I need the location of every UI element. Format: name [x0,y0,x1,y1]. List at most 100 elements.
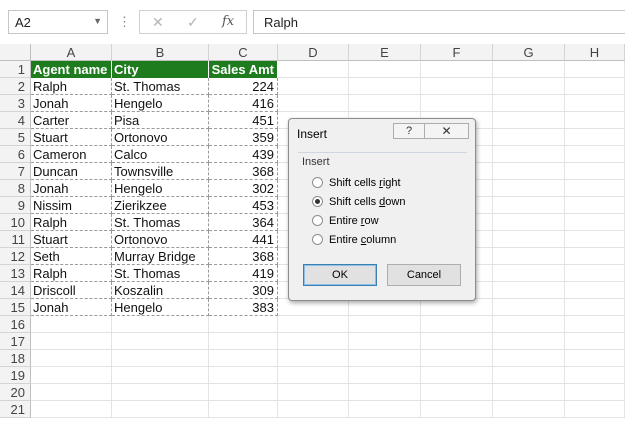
row-header-21[interactable]: 21 [0,401,31,418]
cell-empty[interactable] [349,95,421,112]
cell-sales[interactable]: 439 [209,146,278,163]
ok-button[interactable]: OK [303,264,377,286]
row-header-13[interactable]: 13 [0,265,31,282]
cell-empty[interactable] [112,384,209,401]
cell-empty[interactable] [421,61,493,78]
cell-empty[interactable] [565,78,625,95]
cell-empty[interactable] [493,333,565,350]
cell-empty[interactable] [278,333,349,350]
cell-empty[interactable] [565,95,625,112]
row-header-8[interactable]: 8 [0,180,31,197]
cell-empty[interactable] [209,333,278,350]
column-header-g[interactable]: G [493,44,565,61]
cell-agent[interactable]: Jonah [31,299,112,316]
cell-empty[interactable] [565,282,625,299]
cell-empty[interactable] [565,61,625,78]
cell-empty[interactable] [31,350,112,367]
confirm-entry-icon[interactable]: ✓ [187,14,199,31]
cell-empty[interactable] [565,248,625,265]
cell-empty[interactable] [278,401,349,418]
cell-empty[interactable] [421,78,493,95]
cell-empty[interactable] [349,333,421,350]
cell-empty[interactable] [112,333,209,350]
cell-sales[interactable]: 224 [209,78,278,95]
column-header-h[interactable]: H [565,44,625,61]
select-all-corner[interactable] [0,44,31,61]
cell-agent[interactable]: Seth [31,248,112,265]
row-header-18[interactable]: 18 [0,350,31,367]
row-header-12[interactable]: 12 [0,248,31,265]
cell-empty[interactable] [31,384,112,401]
cell-city[interactable]: Hengelo [112,180,209,197]
cell-empty[interactable] [565,401,625,418]
cell-city[interactable]: Zierikzee [112,197,209,214]
row-header-19[interactable]: 19 [0,367,31,384]
cell-empty[interactable] [493,316,565,333]
cell-empty[interactable] [565,384,625,401]
cell-empty[interactable] [493,95,565,112]
radio-button-icon[interactable] [312,196,323,207]
cell-empty[interactable] [493,282,565,299]
row-header-3[interactable]: 3 [0,95,31,112]
cell-empty[interactable] [349,61,421,78]
cell-empty[interactable] [349,384,421,401]
cell-empty[interactable] [349,401,421,418]
cell-city[interactable]: Pisa [112,112,209,129]
cell-city[interactable]: St. Thomas [112,78,209,95]
radio-button-icon[interactable] [312,215,323,226]
cell-city[interactable]: Hengelo [112,299,209,316]
cell-city[interactable]: St. Thomas [112,265,209,282]
cell-sales[interactable]: 441 [209,231,278,248]
cell-agent[interactable]: Jonah [31,95,112,112]
cell-agent[interactable]: Duncan [31,163,112,180]
name-box[interactable]: A2 ▼ [8,10,108,34]
cell-agent[interactable]: Carter [31,112,112,129]
cell-empty[interactable] [493,180,565,197]
close-button[interactable]: ✕ [425,123,469,139]
column-header-b[interactable]: B [112,44,209,61]
cell-empty[interactable] [565,197,625,214]
cell-agent[interactable]: Cameron [31,146,112,163]
cell-empty[interactable] [493,248,565,265]
cell-empty[interactable] [565,333,625,350]
cell-empty[interactable] [493,350,565,367]
cell-sales[interactable]: 302 [209,180,278,197]
radio-option-2[interactable]: Entire row [312,214,379,229]
cell-empty[interactable] [278,61,349,78]
column-header-c[interactable]: C [209,44,278,61]
cell-empty[interactable] [493,299,565,316]
cell-empty[interactable] [31,367,112,384]
cell-sales[interactable]: 419 [209,265,278,282]
row-header-4[interactable]: 4 [0,112,31,129]
cell-empty[interactable] [209,384,278,401]
header-cell-sales-amt[interactable]: Sales Amt [209,61,278,78]
cell-empty[interactable] [349,367,421,384]
cell-agent[interactable]: Jonah [31,180,112,197]
radio-option-3[interactable]: Entire column [312,233,396,248]
radio-button-icon[interactable] [312,234,323,245]
cell-sales[interactable]: 368 [209,163,278,180]
cell-agent[interactable]: Ralph [31,265,112,282]
row-header-9[interactable]: 9 [0,197,31,214]
cell-sales[interactable]: 368 [209,248,278,265]
row-header-20[interactable]: 20 [0,384,31,401]
cell-sales[interactable]: 453 [209,197,278,214]
row-header-11[interactable]: 11 [0,231,31,248]
cell-empty[interactable] [493,231,565,248]
cell-empty[interactable] [493,367,565,384]
column-header-a[interactable]: A [31,44,112,61]
cell-sales[interactable]: 451 [209,112,278,129]
cell-city[interactable]: Ortonovo [112,129,209,146]
cancel-button[interactable]: Cancel [387,264,461,286]
name-box-dropdown-icon[interactable]: ▼ [93,16,102,26]
cell-empty[interactable] [421,401,493,418]
cell-empty[interactable] [565,367,625,384]
cell-empty[interactable] [31,333,112,350]
cell-empty[interactable] [565,316,625,333]
cell-empty[interactable] [493,61,565,78]
cell-empty[interactable] [421,316,493,333]
cell-sales[interactable]: 383 [209,299,278,316]
cell-empty[interactable] [493,401,565,418]
row-header-2[interactable]: 2 [0,78,31,95]
insert-function-icon[interactable]: fx [222,14,234,29]
